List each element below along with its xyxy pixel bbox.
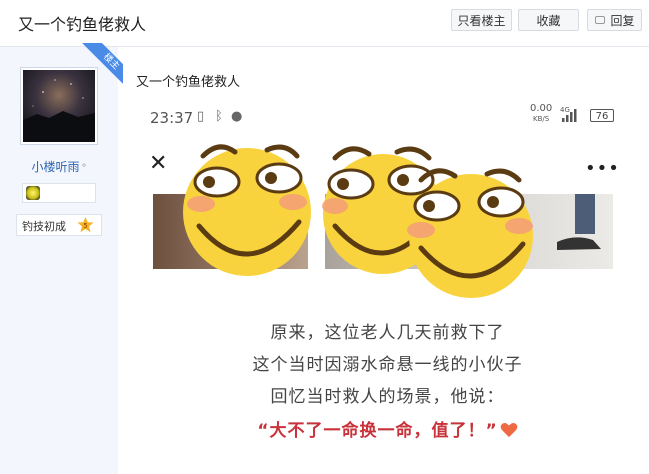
thread-header: 又一个钓鱼佬救人 只看楼主 收藏 回复 bbox=[0, 0, 649, 47]
only-op-button[interactable]: 只看楼主 bbox=[451, 9, 512, 31]
heart-icon bbox=[500, 422, 518, 438]
caption-line-2: 这个当时因溺水命悬一线的小伙子 bbox=[252, 355, 523, 375]
op-badge: 楼主 bbox=[78, 43, 123, 88]
username-text: 小楼听雨 bbox=[31, 160, 80, 174]
close-icon: ✕ bbox=[149, 151, 168, 176]
battery-icon: 76 bbox=[590, 109, 614, 122]
level-star-icon: 5 bbox=[77, 217, 94, 233]
post-image: 23:37 ▯ ᛒ ● 0.00 KB/S 4G 76 ✕ ••• 原来，这位老… bbox=[135, 96, 640, 474]
vibrate-icon: ▯ bbox=[197, 109, 205, 124]
gem-icon bbox=[26, 186, 40, 200]
op-badge-label: 楼主 bbox=[81, 43, 123, 88]
phone-status-bar: 23:37 ▯ ᛒ ● 0.00 KB/S 4G 76 bbox=[135, 96, 640, 138]
thread-title: 又一个钓鱼佬救人 bbox=[18, 15, 147, 34]
post-title: 又一个钓鱼佬救人 bbox=[136, 75, 241, 90]
caption-line-3: 回忆当时救人的场景，他说： bbox=[270, 387, 505, 407]
smirk-emoji-icon bbox=[183, 144, 311, 276]
quote-line: “大不了一命换一命，值了！” bbox=[135, 416, 640, 441]
smirk-emoji-icon bbox=[407, 168, 533, 298]
reply-label: 回复 bbox=[610, 14, 635, 28]
reply-button[interactable]: 回复 bbox=[587, 9, 642, 31]
quote-text: “大不了一命换一命，值了！” bbox=[257, 421, 498, 441]
signal-icon: 4G bbox=[560, 106, 577, 122]
battery-level: 76 bbox=[595, 111, 609, 122]
status-time: 23:37 bbox=[150, 109, 194, 127]
network-speed: 0.00 KB/S bbox=[530, 104, 552, 124]
signal-type: 4G bbox=[560, 106, 570, 114]
level-number: 5 bbox=[83, 222, 87, 230]
more-icon: ••• bbox=[585, 158, 620, 179]
network-speed-value: 0.00 bbox=[530, 103, 553, 114]
degree-icon: ° bbox=[81, 163, 87, 174]
bluetooth-icon: ᛒ bbox=[215, 109, 223, 124]
member-icon-box bbox=[22, 183, 96, 203]
author-sidebar: 楼主 小楼听雨 ° 钓技初成 5 bbox=[0, 43, 123, 474]
comment-icon bbox=[595, 16, 605, 24]
wechat-icon: ● bbox=[231, 109, 243, 124]
level-badge[interactable]: 钓技初成 5 bbox=[16, 214, 102, 236]
level-title: 钓技初成 bbox=[22, 220, 66, 233]
favorite-button[interactable]: 收藏 bbox=[518, 9, 579, 31]
network-speed-unit: KB/S bbox=[533, 115, 550, 123]
author-username[interactable]: 小楼听雨 ° bbox=[0, 158, 118, 175]
caption-line-1: 原来，这位老人几天前救下了 bbox=[270, 323, 505, 343]
